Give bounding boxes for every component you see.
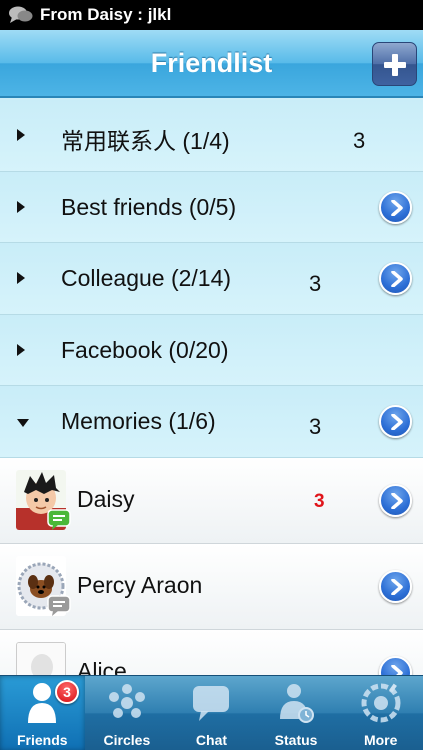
group-count: 3 <box>309 271 322 297</box>
group-name: 常用联系人 (1/4) <box>61 128 230 154</box>
friend-name: Daisy <box>77 485 135 512</box>
disclosure-button[interactable] <box>379 483 412 517</box>
navigation-bar: Friendlist <box>0 30 423 98</box>
tab-label: Chat <box>195 732 228 748</box>
group-name: Facebook (0/20) <box>61 336 229 363</box>
status-bar: From Daisy : jlkl <box>0 0 423 30</box>
chevron-right-icon <box>391 271 403 288</box>
chevron-right-icon <box>391 492 403 509</box>
unread-badge: 3 <box>55 680 79 704</box>
circles-icon <box>108 684 145 718</box>
group-row-frequent-contacts[interactable]: 常用联系人 (1/4) 3 <box>0 100 423 172</box>
default-avatar <box>16 641 66 675</box>
tab-label: Circles <box>103 732 151 748</box>
tab-bar: 3 Friends Circles Chat Status More <box>0 675 423 750</box>
friend-row-daisy[interactable]: Daisy 3 <box>0 457 423 544</box>
chevron-right-icon <box>391 414 403 431</box>
disclosure-button[interactable] <box>379 262 412 296</box>
chat-status-icon <box>47 509 71 530</box>
chevron-right-icon <box>391 199 403 216</box>
plus-icon <box>384 54 406 76</box>
collapse-arrow-icon <box>17 343 25 356</box>
friend-name: Percy Araon <box>77 571 203 598</box>
friend-list[interactable]: 常用联系人 (1/4) 3 Best friends (0/5) Colleag… <box>0 100 423 675</box>
group-name: Colleague (2/14) <box>61 265 232 292</box>
tab-chat[interactable]: Chat <box>169 676 254 750</box>
expand-arrow-icon <box>17 419 29 428</box>
page-title: Friendlist <box>150 48 273 78</box>
friend-name: Alice <box>77 657 127 675</box>
friend-row-percy-araon[interactable]: Percy Araon <box>0 543 423 630</box>
tab-circles[interactable]: Circles <box>85 676 170 750</box>
disclosure-button[interactable] <box>379 655 412 675</box>
speech-bubbles-icon <box>9 6 33 23</box>
friend-row-alice[interactable]: Alice <box>0 629 423 675</box>
disclosure-button[interactable] <box>379 190 412 224</box>
chevron-right-icon <box>391 578 403 595</box>
tab-status[interactable]: Status <box>254 676 339 750</box>
tab-label: More <box>363 732 398 748</box>
chat-bubble-icon <box>193 686 230 721</box>
chat-status-icon <box>47 595 71 616</box>
tab-label: Friends <box>17 732 68 748</box>
group-row-facebook[interactable]: Facebook (0/20) <box>0 314 423 387</box>
group-name: Memories (1/6) <box>61 408 216 435</box>
collapse-arrow-icon <box>17 129 25 141</box>
disclosure-button[interactable] <box>379 405 412 439</box>
group-row-memories[interactable]: Memories (1/6) 3 <box>0 386 423 458</box>
collapse-arrow-icon <box>17 200 25 213</box>
group-count: 3 <box>353 128 366 153</box>
add-friend-button[interactable] <box>372 42 417 86</box>
status-icon <box>280 684 315 723</box>
collapse-arrow-icon <box>17 272 25 285</box>
group-row-colleague[interactable]: Colleague (2/14) 3 <box>0 243 423 315</box>
unread-count: 3 <box>314 490 325 512</box>
chevron-right-icon <box>391 664 403 675</box>
status-notification-text: From Daisy : jlkl <box>40 5 172 24</box>
tab-more[interactable]: More <box>338 676 423 750</box>
group-row-best-friends[interactable]: Best friends (0/5) <box>0 171 423 244</box>
group-name: Best friends (0/5) <box>61 193 237 220</box>
disclosure-button[interactable] <box>379 569 412 603</box>
tab-friends[interactable]: 3 Friends <box>0 676 85 750</box>
tab-label: Status <box>274 732 318 748</box>
person-icon <box>28 683 57 723</box>
more-icon <box>361 683 401 723</box>
group-count: 3 <box>309 414 322 440</box>
